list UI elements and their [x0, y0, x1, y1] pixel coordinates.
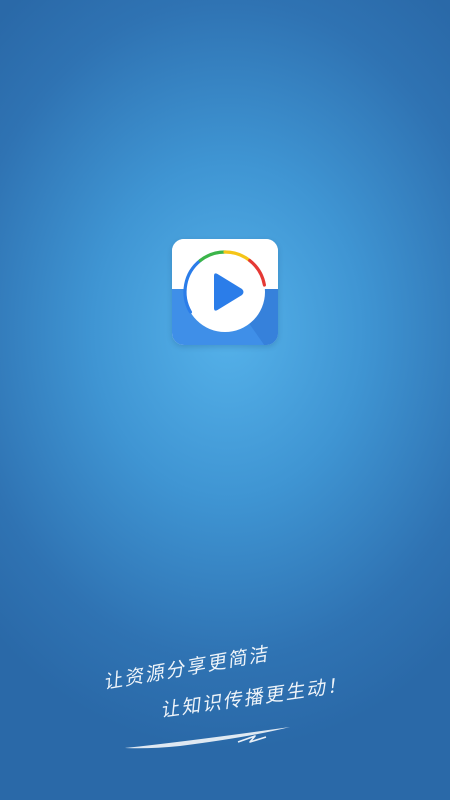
app-logo — [172, 239, 278, 345]
splash-screen: 让资源分享更简洁 让知识传播更生动！ — [0, 0, 450, 800]
swoosh-decoration — [125, 727, 290, 749]
play-icon — [183, 250, 266, 332]
slogan: 让资源分享更简洁 让知识传播更生动！ — [0, 643, 450, 760]
